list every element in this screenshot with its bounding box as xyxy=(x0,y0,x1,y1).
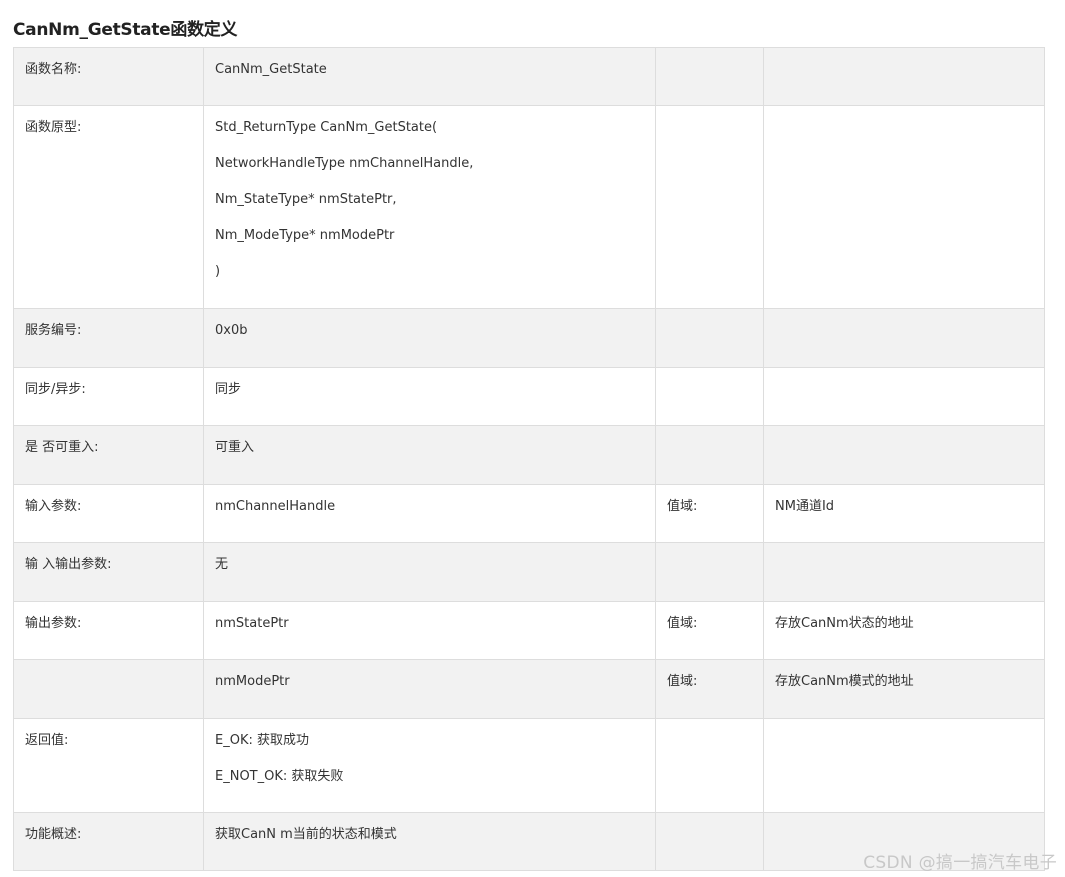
range-value xyxy=(763,425,1045,485)
range-value xyxy=(763,718,1045,813)
table-row: 输 入输出参数: 无 xyxy=(13,542,1045,602)
table-row: 函数原型: Std_ReturnType CanNm_GetState( Net… xyxy=(13,105,1045,309)
range-label xyxy=(655,542,764,602)
function-definition-table: 函数名称: CanNm_GetState 函数原型: Std_ReturnTyp… xyxy=(13,47,1045,871)
row-value: 同步 xyxy=(203,367,656,426)
value-line: ) xyxy=(215,264,221,279)
row-value: 获取CanN m当前的状态和模式 xyxy=(203,812,656,871)
value-line: Nm_ModeType* nmModePtr xyxy=(215,228,395,243)
row-label: 服务编号: xyxy=(13,308,204,368)
row-label xyxy=(13,659,204,719)
row-label: 返回值: xyxy=(13,718,204,813)
table-row: 是 否可重入: 可重入 xyxy=(13,425,1045,485)
row-value: CanNm_GetState xyxy=(203,47,656,106)
row-value: 无 xyxy=(203,542,656,602)
range-label xyxy=(655,308,764,368)
row-label: 同步/异步: xyxy=(13,367,204,426)
row-label: 输入参数: xyxy=(13,484,204,543)
row-label: 是 否可重入: xyxy=(13,425,204,485)
row-value: Std_ReturnType CanNm_GetState( NetworkHa… xyxy=(203,105,656,309)
range-value: 存放CanNm状态的地址 xyxy=(763,601,1045,660)
table-row: nmModePtr 值域: 存放CanNm模式的地址 xyxy=(13,659,1045,719)
row-label: 输出参数: xyxy=(13,601,204,660)
row-value: 可重入 xyxy=(203,425,656,485)
table-row: 输出参数: nmStatePtr 值域: 存放CanNm状态的地址 xyxy=(13,601,1045,660)
table-row: 同步/异步: 同步 xyxy=(13,367,1045,426)
table-row: 输入参数: nmChannelHandle 值域: NM通道Id xyxy=(13,484,1045,543)
row-value: 0x0b xyxy=(203,308,656,368)
range-label xyxy=(655,105,764,309)
range-value: 存放CanNm模式的地址 xyxy=(763,659,1045,719)
range-label xyxy=(655,718,764,813)
table-row: 函数名称: CanNm_GetState xyxy=(13,47,1045,106)
value-line: NetworkHandleType nmChannelHandle, xyxy=(215,156,474,171)
row-label: 函数名称: xyxy=(13,47,204,106)
value-line: Std_ReturnType CanNm_GetState( xyxy=(215,120,438,135)
range-label xyxy=(655,47,764,106)
watermark: CSDN @搞一搞汽车电子 xyxy=(863,853,1057,873)
range-label: 值域: xyxy=(655,601,764,660)
row-value: nmModePtr xyxy=(203,659,656,719)
range-label: 值域: xyxy=(655,659,764,719)
value-line: Nm_StateType* nmStatePtr, xyxy=(215,192,397,207)
row-value: nmChannelHandle xyxy=(203,484,656,543)
row-label: 功能概述: xyxy=(13,812,204,871)
range-label xyxy=(655,367,764,426)
range-value: NM通道Id xyxy=(763,484,1045,543)
row-label: 函数原型: xyxy=(13,105,204,309)
row-label: 输 入输出参数: xyxy=(13,542,204,602)
range-label: 值域: xyxy=(655,484,764,543)
range-value xyxy=(763,308,1045,368)
range-value xyxy=(763,542,1045,602)
range-value xyxy=(763,105,1045,309)
range-label xyxy=(655,425,764,485)
range-value xyxy=(763,47,1045,106)
row-value: E_OK: 获取成功 E_NOT_OK: 获取失败 xyxy=(203,718,656,813)
section-heading: CanNm_GetState函数定义 xyxy=(13,20,238,40)
page: CanNm_GetState函数定义 函数名称: CanNm_GetState … xyxy=(0,0,1065,877)
table-row: 服务编号: 0x0b xyxy=(13,308,1045,368)
value-line: E_OK: 获取成功 xyxy=(215,733,309,748)
row-value: nmStatePtr xyxy=(203,601,656,660)
range-value xyxy=(763,367,1045,426)
value-line: E_NOT_OK: 获取失败 xyxy=(215,769,344,784)
range-label xyxy=(655,812,764,871)
table-row: 返回值: E_OK: 获取成功 E_NOT_OK: 获取失败 xyxy=(13,718,1045,813)
